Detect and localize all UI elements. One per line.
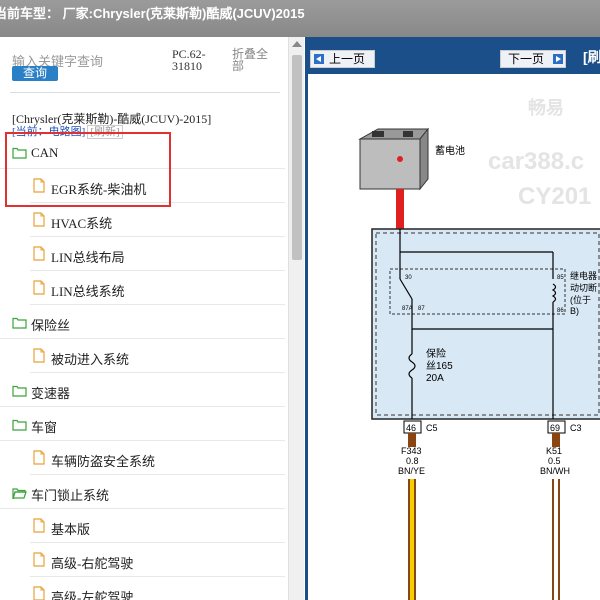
svg-text:0.5: 0.5: [548, 456, 561, 466]
tree-item-label: 保险丝: [31, 318, 71, 333]
document-icon: [33, 450, 45, 465]
scroll-thumb[interactable]: [292, 55, 302, 260]
folder-icon: [12, 418, 27, 431]
document-icon: [33, 212, 45, 227]
folder-icon: [12, 384, 27, 397]
fuse-box: [371, 228, 600, 420]
tree-item-label: 变速器: [31, 386, 71, 401]
document-icon: [33, 586, 45, 600]
document-icon: [33, 518, 45, 533]
tree-item[interactable]: 保险丝: [0, 305, 285, 339]
svg-text:0.8: 0.8: [406, 456, 419, 466]
svg-text:86: 86: [557, 308, 564, 314]
svg-text:BN/WH: BN/WH: [540, 466, 570, 476]
tree-item[interactable]: HVAC系统: [30, 203, 285, 237]
svg-text:B): B): [570, 306, 579, 316]
divider: [10, 92, 280, 93]
tree-item-label: LIN总线系统: [51, 284, 125, 299]
left-panel: 输入关键字查询 查询 PC.62-31810 折叠全部 [Chrysler(克莱…: [0, 37, 305, 600]
svg-text:(位于: (位于: [570, 294, 591, 305]
wiring-diagram: 畅易 car388.c CY201 蓄电池 30 87A 87 85 86 继电…: [358, 97, 600, 600]
svg-text:动切断: 动切断: [570, 282, 597, 293]
tree-item[interactable]: 车门锁止系统: [0, 475, 285, 509]
connector-pin-1: 46: [406, 423, 416, 433]
svg-text:BN/YE: BN/YE: [398, 466, 425, 476]
diagram-panel: 上一页 下一页 [刷 畅易 car388.c CY201 蓄电池 30 87A …: [305, 37, 600, 600]
arrow-right-icon: [553, 54, 563, 64]
tree-item-label: LIN总线布局: [51, 250, 125, 265]
document-icon: [33, 552, 45, 567]
tree-item[interactable]: 高级-右舵驾驶: [30, 543, 285, 577]
watermark-1: 畅易: [528, 97, 564, 118]
folder-open-icon: [12, 486, 27, 500]
prev-label: 上一页: [329, 52, 366, 66]
svg-text:20A: 20A: [426, 373, 444, 384]
relay-label: 继电器: [570, 270, 597, 281]
battery-wire: [396, 189, 404, 229]
svg-text:87A: 87A: [402, 306, 413, 312]
folder-icon: [12, 316, 27, 329]
next-label: 下一页: [508, 52, 545, 66]
tree-item[interactable]: LIN总线系统: [30, 271, 285, 305]
svg-text:丝165: 丝165: [426, 360, 453, 372]
tree-item[interactable]: 车辆防盗安全系统: [30, 441, 285, 475]
scrollbar[interactable]: [288, 37, 304, 600]
document-icon: [33, 246, 45, 261]
tree-item[interactable]: 变速器: [0, 373, 285, 407]
tree-item[interactable]: 高级-左舵驾驶: [30, 577, 285, 600]
svg-text:30: 30: [405, 275, 412, 281]
tree-item-label: 车辆防盗安全系统: [51, 454, 156, 469]
battery-icon: [358, 127, 430, 191]
highlight-box: [5, 132, 171, 207]
connector-name-1: C5: [426, 423, 438, 433]
pc-code: PC.62-31810: [172, 47, 206, 73]
tree-item-label: 高级-右舵驾驶: [51, 556, 134, 571]
refresh-tab[interactable]: [刷: [583, 47, 600, 67]
arrow-left-icon: [314, 54, 324, 64]
connector-name-2: C3: [570, 423, 582, 433]
wire-code-1: F343: [401, 446, 422, 456]
collapse-all-button[interactable]: 折叠全部: [232, 48, 274, 72]
tree-item-label: 高级-左舵驾驶: [51, 590, 134, 600]
tree-item-label: 车门锁止系统: [31, 488, 110, 503]
tree-item[interactable]: LIN总线布局: [30, 237, 285, 271]
svg-text:87: 87: [418, 306, 425, 312]
connector-pin-2: 69: [550, 423, 560, 433]
prev-page-button[interactable]: 上一页: [310, 50, 375, 68]
tree-item-label: 车窗: [31, 420, 58, 435]
nav-bar: 上一页 下一页 [刷: [308, 37, 600, 74]
top-bar: 当前车型： 厂家:Chrysler(克莱斯勒)酷威(JCUV)2015: [0, 0, 600, 37]
watermark-3: CY201: [518, 183, 591, 210]
watermark-2: car388.c: [488, 148, 584, 175]
wire-code-2: K51: [546, 446, 562, 456]
tree-item-label: 基本版: [51, 522, 91, 537]
vehicle-title: 当前车型： 厂家:Chrysler(克莱斯勒)酷威(JCUV)2015: [0, 6, 305, 21]
query-button[interactable]: 查询: [12, 66, 58, 81]
tree-item-label: 被动进入系统: [51, 352, 130, 367]
tree-item[interactable]: 车窗: [0, 407, 285, 441]
document-icon: [33, 348, 45, 363]
svg-text:85: 85: [557, 275, 564, 281]
scroll-up-icon[interactable]: [292, 41, 302, 47]
tree-item-label: HVAC系统: [51, 216, 113, 231]
next-page-button[interactable]: 下一页: [500, 50, 566, 68]
document-icon: [33, 280, 45, 295]
battery-label: 蓄电池: [435, 144, 465, 157]
tree-item[interactable]: 基本版: [30, 509, 285, 543]
tree-item[interactable]: 被动进入系统: [30, 339, 285, 373]
fuse-label: 保险: [426, 347, 446, 360]
